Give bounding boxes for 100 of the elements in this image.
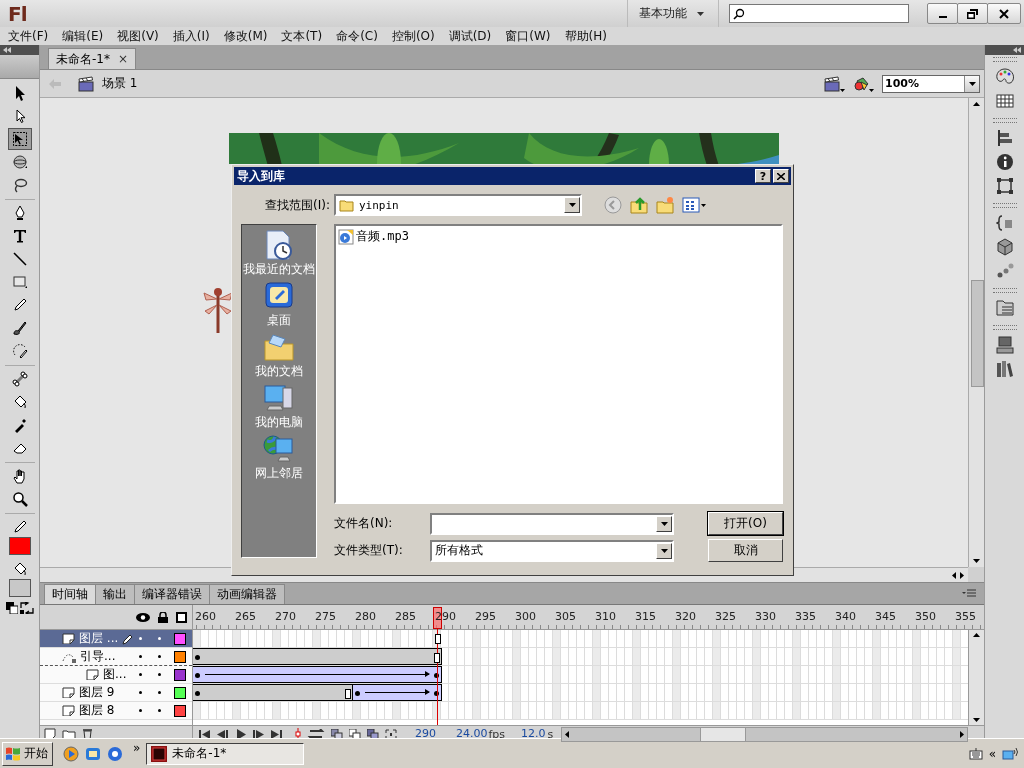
- up-folder-icon[interactable]: [630, 196, 648, 214]
- palette-icon[interactable]: [995, 68, 1014, 86]
- folder-icon[interactable]: [62, 728, 76, 740]
- components-icon[interactable]: [995, 238, 1014, 256]
- vertical-scrollbar[interactable]: [968, 630, 984, 725]
- color-swatch[interactable]: [8, 579, 31, 597]
- scroll-right-icon[interactable]: [960, 730, 964, 738]
- dialog-button[interactable]: 打开(O): [708, 512, 783, 535]
- file-type-dropdown[interactable]: 所有格式: [430, 539, 674, 562]
- dialog-title: 导入到库: [237, 167, 286, 185]
- dialog-button[interactable]: 取消: [708, 539, 783, 562]
- place-item[interactable]: 网上邻居: [255, 433, 303, 483]
- network-status-icon[interactable]: [1002, 746, 1018, 761]
- onion-markers-icon[interactable]: [385, 728, 397, 740]
- place-item[interactable]: 我的文档: [255, 331, 303, 381]
- zoom-dropdown[interactable]: 100%: [882, 74, 980, 93]
- menu-item[interactable]: 文本(T): [274, 27, 330, 45]
- outline-icon[interactable]: [176, 611, 187, 623]
- last-frame-icon[interactable]: [271, 728, 283, 740]
- swap-colors-icon[interactable]: [19, 602, 34, 614]
- code-icon[interactable]: [995, 214, 1014, 232]
- edit-scene-button[interactable]: [853, 75, 874, 92]
- layer-row[interactable]: 引导...: [40, 648, 192, 666]
- scroll-right-icon[interactable]: [960, 571, 964, 579]
- lock-icon[interactable]: [158, 611, 168, 623]
- scroll-up-icon[interactable]: [973, 102, 980, 106]
- help-button[interactable]: ?: [755, 169, 771, 183]
- menu-item[interactable]: 帮助(H): [557, 27, 614, 45]
- edit-symbols-button[interactable]: [824, 75, 845, 92]
- more-button[interactable]: »: [133, 741, 141, 755]
- step-forward-icon[interactable]: [253, 728, 265, 740]
- first-frame-icon[interactable]: [199, 728, 211, 740]
- swatches-grid-icon[interactable]: [995, 92, 1014, 110]
- transform-tool-button[interactable]: [7, 128, 32, 150]
- collapse-icon[interactable]: [3, 47, 11, 53]
- document-tab[interactable]: 未命名-1* ×: [48, 48, 137, 69]
- panel-grip: [992, 118, 1017, 123]
- keyboard-icon[interactable]: [968, 747, 983, 760]
- layer-row[interactable]: 图层 8: [40, 702, 192, 720]
- menu-item[interactable]: 命令(C): [329, 27, 385, 45]
- menu-item[interactable]: 修改(M): [216, 27, 275, 45]
- restore-button[interactable]: [957, 3, 988, 24]
- menu-item[interactable]: 编辑(E): [55, 27, 111, 45]
- scrollbar-thumb[interactable]: [700, 727, 747, 741]
- panel-tab[interactable]: 时间轴: [44, 584, 96, 604]
- tray-toggle[interactable]: «: [988, 746, 996, 761]
- step-back-icon[interactable]: [217, 728, 229, 740]
- view-menu-icon[interactable]: [682, 197, 706, 213]
- start-button[interactable]: 开始: [2, 741, 53, 766]
- color-swatch[interactable]: [8, 537, 31, 555]
- menu-item[interactable]: 窗口(W): [498, 27, 558, 45]
- play-icon[interactable]: [235, 728, 247, 740]
- close-button[interactable]: [987, 3, 1021, 24]
- library-icon[interactable]: [995, 299, 1014, 317]
- menu-item[interactable]: 调试(D): [441, 27, 499, 45]
- tab-close-button[interactable]: ×: [117, 52, 129, 66]
- books-icon[interactable]: [995, 360, 1014, 378]
- panel-tab[interactable]: 动画编辑器: [209, 584, 285, 604]
- menu-item[interactable]: 视图(V): [110, 27, 166, 45]
- place-item[interactable]: 我的电脑: [255, 382, 303, 432]
- scroll-down-icon[interactable]: [973, 559, 980, 563]
- default-colors-icon[interactable]: [5, 602, 18, 614]
- settings-icon[interactable]: [107, 745, 123, 762]
- panel-tab[interactable]: 编译器错误: [134, 584, 210, 604]
- minimize-button[interactable]: [927, 3, 958, 24]
- layer-row[interactable]: 图层 ...: [40, 630, 192, 648]
- horizontal-scrollbar[interactable]: [561, 726, 968, 742]
- scroll-left-icon[interactable]: [952, 571, 956, 579]
- loop-icon[interactable]: [307, 729, 325, 739]
- place-item[interactable]: 我最近的文档: [243, 229, 315, 279]
- menu-item[interactable]: 控制(O): [384, 27, 442, 45]
- file-item[interactable]: 音频.mp3: [338, 228, 409, 245]
- scroll-left-icon[interactable]: [565, 730, 570, 738]
- look-in-dropdown[interactable]: yinpin: [334, 194, 582, 216]
- layer-row[interactable]: 图层 9: [40, 684, 192, 702]
- panel-tab[interactable]: 输出: [95, 584, 135, 604]
- menu-item[interactable]: 插入(I): [165, 27, 217, 45]
- dots-icon[interactable]: [995, 262, 1014, 280]
- scroll-up-icon[interactable]: [973, 633, 980, 637]
- taskbar-button[interactable]: 未命名-1*: [146, 742, 305, 765]
- frame-number: 300: [514, 609, 537, 625]
- layer-row[interactable]: 图...: [40, 666, 192, 684]
- eye-icon[interactable]: [136, 612, 150, 622]
- info-icon[interactable]: [995, 153, 1014, 171]
- scroll-down-icon[interactable]: [973, 718, 980, 722]
- menu-item[interactable]: 文件(F): [1, 27, 56, 45]
- new-layer-icon[interactable]: [44, 728, 56, 740]
- browser-icon[interactable]: [85, 745, 101, 762]
- search-field[interactable]: [729, 4, 909, 23]
- collapse-icon[interactable]: [1013, 47, 1021, 53]
- center-frame-icon[interactable]: [295, 728, 301, 740]
- vertical-scrollbar[interactable]: [968, 98, 984, 567]
- visibility-dot: [139, 655, 142, 658]
- file-name-field[interactable]: [430, 512, 674, 535]
- motion-presets-icon[interactable]: [995, 336, 1014, 354]
- pencil-icon[interactable]: [11, 519, 28, 535]
- transform-icon[interactable]: [995, 177, 1014, 195]
- scrollbar-thumb[interactable]: [971, 280, 984, 387]
- align-icon[interactable]: [995, 129, 1014, 147]
- place-item[interactable]: 桌面: [263, 280, 295, 330]
